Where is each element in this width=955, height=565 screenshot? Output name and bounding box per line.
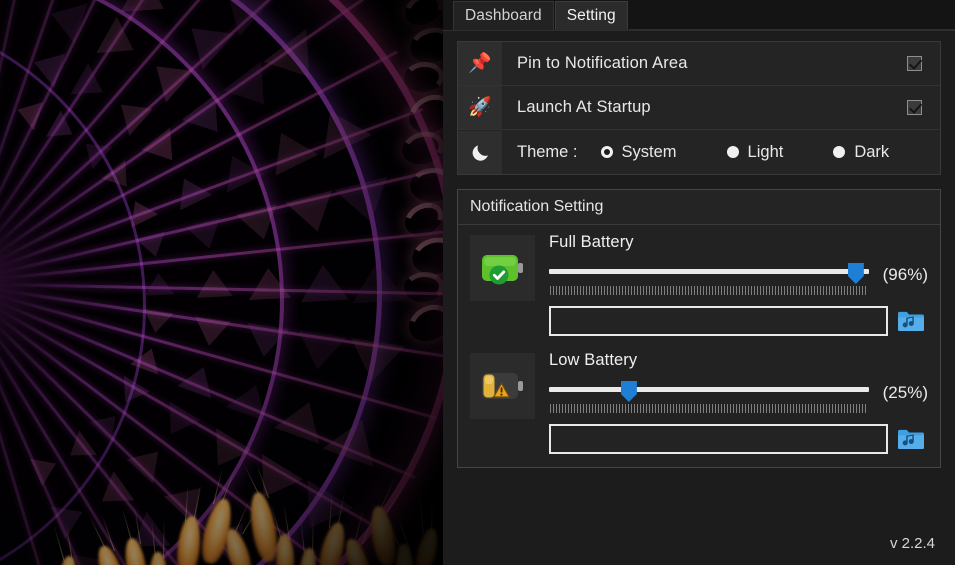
- theme-option-system[interactable]: System: [600, 142, 677, 162]
- full-battery-browse-button[interactable]: [894, 305, 928, 337]
- notification-setting-group: Notification Setting Full Battery (96%) …: [457, 189, 941, 468]
- firework-trail-line: [162, 519, 165, 559]
- tab-dashboard-label: Dashboard: [465, 7, 542, 24]
- row-launch-at-startup[interactable]: 🚀 Launch At Startup: [458, 86, 940, 130]
- battery-full-check-icon: [470, 235, 535, 301]
- full-battery-slider[interactable]: [549, 261, 869, 297]
- ferris-wheel-facet: [143, 272, 175, 296]
- notification-setting-title: Notification Setting: [458, 190, 940, 225]
- neon-light-trail: [403, 60, 443, 94]
- tab-bar: Dashboard Setting: [443, 0, 955, 31]
- low-battery-sound-input[interactable]: [549, 424, 888, 454]
- row-launch-label: Launch At Startup: [517, 98, 651, 116]
- tab-bar-filler: [628, 1, 955, 30]
- full-battery-sound-input[interactable]: [549, 306, 888, 336]
- full-battery-sound-line: [549, 305, 928, 337]
- row-theme: Theme : System Light Dark: [458, 130, 940, 174]
- full-battery-title: Full Battery: [549, 233, 634, 251]
- theme-option-system-label: System: [621, 142, 677, 161]
- full-battery-slider-track: [549, 269, 869, 274]
- low-battery-slider-track: [549, 387, 869, 392]
- low-battery-sound-line: [549, 423, 928, 455]
- low-battery-slider[interactable]: [549, 379, 869, 415]
- low-battery-slider-line: (25%): [549, 379, 928, 415]
- low-battery-value: (25%): [882, 383, 928, 402]
- app-window: Dashboard Setting 📌 Pin to Notification …: [0, 0, 955, 565]
- ferris-wheel-facet: [246, 266, 291, 300]
- crescent-moon-icon: [458, 130, 502, 174]
- ferris-wheel-facet: [194, 269, 233, 299]
- battery-block-spacer: [470, 337, 928, 351]
- firework-spark: [412, 526, 442, 565]
- rocket-icon: 🚀: [458, 86, 502, 129]
- ferris-wheel-facet: [242, 323, 289, 361]
- low-battery-block: Low Battery (25%): [470, 351, 928, 455]
- full-battery-block: Full Battery (96%): [470, 233, 928, 337]
- theme-radio-group: System Light Dark: [578, 143, 940, 162]
- row-pin-label: Pin to Notification Area: [517, 54, 688, 72]
- theme-label: Theme :: [517, 142, 578, 161]
- low-battery-controls: Low Battery (25%): [535, 351, 928, 455]
- rocket-glyph: 🚀: [468, 97, 492, 118]
- tab-dashboard[interactable]: Dashboard: [453, 1, 554, 30]
- pin-to-notification-checkbox[interactable]: [907, 56, 922, 71]
- firework-spark: [395, 543, 414, 565]
- ferris-wheel-facet: [191, 316, 232, 349]
- radio-dark-dot: [833, 146, 846, 158]
- tab-setting-label: Setting: [566, 7, 616, 24]
- row-pin-to-notification-area[interactable]: 📌 Pin to Notification Area: [458, 42, 940, 86]
- desktop-wallpaper: [0, 0, 443, 565]
- radio-light-dot: [726, 146, 739, 158]
- theme-option-light-label: Light: [747, 142, 784, 161]
- full-battery-value: (96%): [882, 265, 928, 284]
- settings-body: 📌 Pin to Notification Area 🚀 Launch At S…: [443, 31, 955, 521]
- full-battery-slider-thumb[interactable]: [847, 263, 864, 284]
- low-battery-title: Low Battery: [549, 351, 638, 369]
- theme-option-dark[interactable]: Dark: [833, 143, 889, 162]
- panel-footer: v 2.2.4: [443, 521, 955, 565]
- low-battery-browse-button[interactable]: [894, 423, 928, 455]
- pushpin-icon: 📌: [458, 42, 502, 85]
- notification-setting-content: Full Battery (96%) Low Battery (25%): [458, 225, 940, 467]
- ferris-wheel-facet: [298, 263, 349, 303]
- full-battery-controls: Full Battery (96%): [535, 233, 928, 337]
- low-battery-slider-ticks: [550, 404, 868, 413]
- full-battery-slider-line: (96%): [549, 261, 928, 297]
- ferris-wheel-facet: [293, 330, 347, 374]
- theme-option-light[interactable]: Light: [726, 142, 784, 162]
- pushpin-glyph: 📌: [468, 53, 492, 74]
- version-label: v 2.2.4: [889, 534, 935, 552]
- firework-trail-line: [419, 496, 424, 535]
- launch-at-startup-checkbox[interactable]: [907, 100, 922, 115]
- full-battery-slider-ticks: [550, 286, 868, 295]
- neon-light-trail: [406, 22, 443, 68]
- battery-low-warning-icon: [470, 353, 535, 419]
- general-settings-group: 📌 Pin to Notification Area 🚀 Launch At S…: [457, 41, 941, 175]
- ferris-wheel-facet: [344, 338, 405, 386]
- radio-system-dot: [600, 146, 613, 158]
- ferris-wheel-facet: [140, 308, 174, 336]
- tab-setting[interactable]: Setting: [554, 1, 628, 30]
- theme-option-dark-label: Dark: [854, 142, 890, 161]
- settings-panel: Dashboard Setting 📌 Pin to Notification …: [443, 0, 955, 565]
- ferris-wheel-facet: [350, 260, 407, 304]
- low-battery-slider-thumb[interactable]: [620, 381, 637, 402]
